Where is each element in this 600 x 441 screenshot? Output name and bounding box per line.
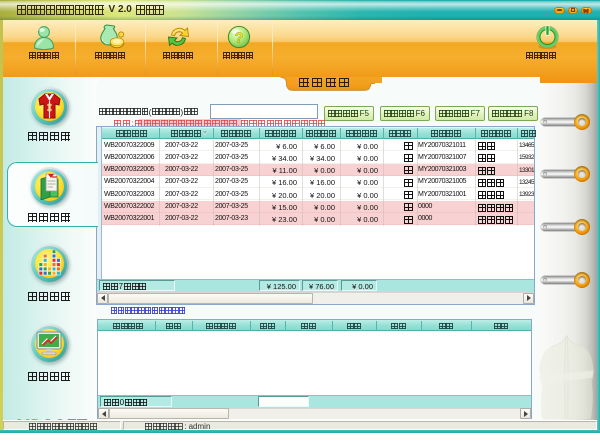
svg-text:?: ? [235, 31, 244, 47]
